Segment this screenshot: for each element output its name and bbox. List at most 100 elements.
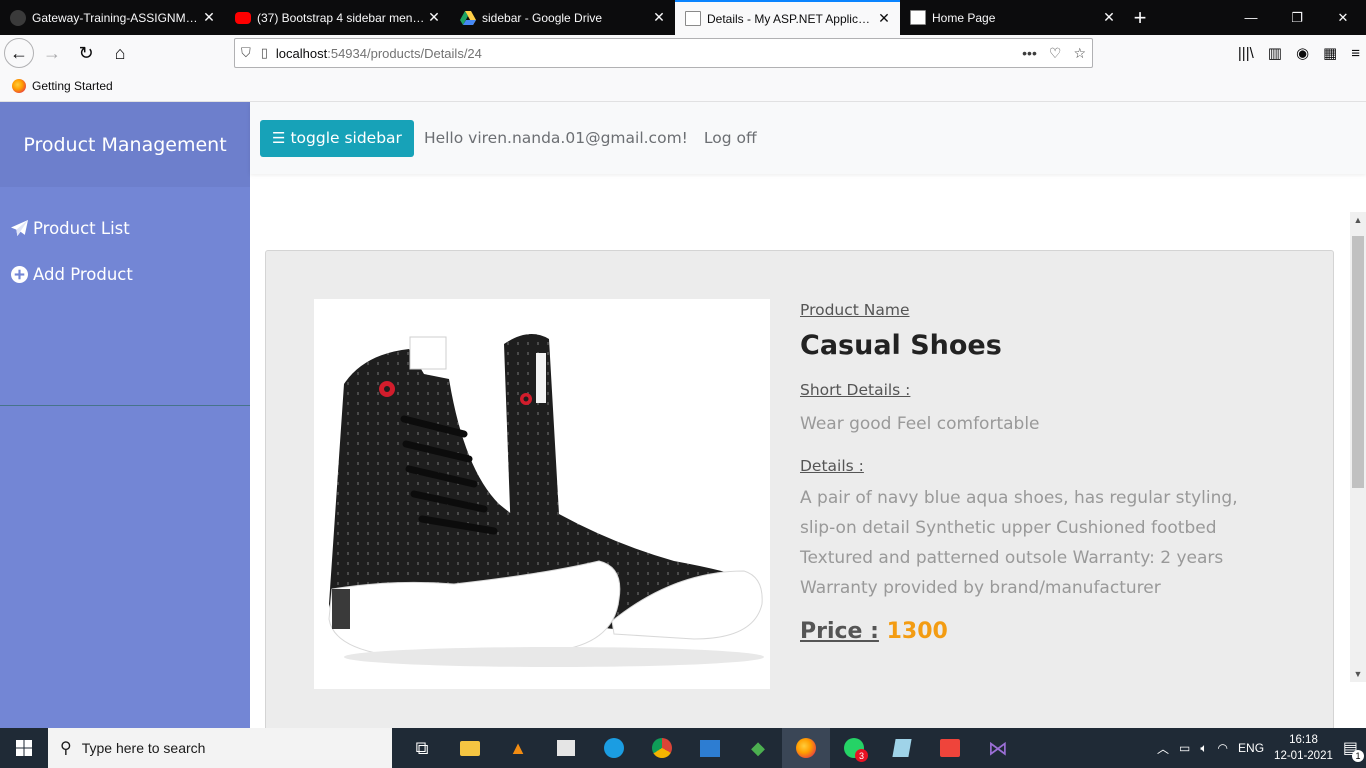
main-content: ☰ toggle sidebar Hello viren.nanda.01@gm… (250, 102, 1366, 728)
toggle-sidebar-button[interactable]: ☰ toggle sidebar (260, 119, 414, 157)
tab-details[interactable]: Details - My ASP.NET Application ✕ (675, 0, 900, 35)
notepad-icon[interactable] (878, 728, 926, 768)
new-tab-button[interactable]: + (1125, 0, 1155, 35)
clock-time: 16:18 (1289, 734, 1318, 746)
tab-home-page[interactable]: Home Page ✕ (900, 0, 1125, 35)
chrome-icon[interactable] (638, 728, 686, 768)
sidebar-item-label: Product List (33, 218, 130, 238)
edge-icon[interactable] (590, 728, 638, 768)
pocket-icon[interactable]: ♡ (1049, 45, 1062, 62)
language-indicator[interactable]: ENG (1238, 741, 1264, 755)
extensions-icon[interactable]: ▦ (1323, 44, 1337, 62)
plus-circle-icon (10, 265, 28, 283)
close-icon[interactable]: ✕ (426, 9, 442, 26)
windows-start-icon[interactable] (0, 728, 48, 768)
snip-tool-icon[interactable]: ◆ (734, 728, 782, 768)
library-icon[interactable]: |||\ (1238, 45, 1254, 62)
search-icon: ⚲ (60, 740, 72, 757)
sidebar-menu: Product List Add Product (0, 187, 250, 406)
user-greeting-link[interactable]: Hello viren.nanda.01@gmail.com! (424, 129, 688, 147)
firefox-icon (12, 79, 26, 93)
search-placeholder: Type here to search (81, 740, 206, 756)
short-details-text: Wear good Feel comfortable (800, 414, 1040, 434)
price-value: 1300 (886, 619, 948, 644)
sidebar-toggle-icon[interactable]: ▥ (1268, 44, 1282, 62)
windows-taskbar: ⚲ Type here to search ⧉ ▲ ◆ 3 ⋈ ︿ ▭ 🔈︎ ◠… (0, 728, 1366, 768)
browser-nav-bar: ← → ↻ ⌂ ⛉ ▯ localhost:54934/products/Det… (0, 35, 1366, 71)
clock[interactable]: 16:18 12-01-2021 (1274, 732, 1333, 764)
youtube-icon (235, 11, 251, 24)
browser-tab-strip: Gateway-Training-ASSIGNMENTS ✕ (37) Boot… (0, 0, 1366, 35)
tab-title: (37) Bootstrap 4 sidebar menu with (257, 10, 426, 25)
bars-icon: ☰ (272, 129, 286, 147)
paper-plane-icon (10, 219, 28, 237)
url-host: localhost (275, 45, 328, 61)
visual-studio-icon[interactable]: ⋈ (974, 728, 1022, 768)
shield-icon[interactable]: ⛉ (241, 45, 251, 61)
menu-icon[interactable]: ≡ (1351, 45, 1360, 62)
sidebar-item-product-list[interactable]: Product List (0, 205, 250, 251)
forward-icon[interactable]: → (36, 37, 68, 69)
sidebar-item-label: Add Product (33, 264, 133, 284)
scroll-down-icon[interactable]: ▼ (1350, 666, 1366, 682)
firefox-taskbar-icon[interactable] (782, 728, 830, 768)
photos-icon[interactable] (686, 728, 734, 768)
sidebar-item-add-product[interactable]: Add Product (0, 251, 250, 297)
google-drive-icon (460, 10, 476, 26)
home-icon[interactable]: ⌂ (104, 37, 136, 69)
product-name: Casual Shoes (800, 330, 1002, 361)
page-scrollbar[interactable]: ▲ ▼ (1350, 212, 1366, 682)
scroll-up-icon[interactable]: ▲ (1350, 212, 1366, 228)
short-details-label: Short Details : (800, 381, 911, 399)
whatsapp-icon[interactable]: 3 (830, 728, 878, 768)
tab-bootstrap-video[interactable]: (37) Bootstrap 4 sidebar menu with ✕ (225, 0, 450, 35)
toggle-sidebar-label: toggle sidebar (290, 129, 402, 147)
anydesk-icon[interactable] (926, 728, 974, 768)
wifi-icon[interactable]: ◠ (1218, 741, 1228, 755)
system-tray: ︿ ▭ 🔈︎ ◠ ENG 16:18 12-01-2021 ▤ 1 (1157, 728, 1366, 768)
vlc-icon[interactable]: ▲ (494, 728, 542, 768)
minimize-icon[interactable]: — (1228, 0, 1274, 35)
close-icon[interactable]: ✕ (651, 9, 667, 26)
close-icon[interactable]: ✕ (876, 10, 892, 27)
browser-toolbar-right: |||\ ▥ ◉ ▦ ≡ (1238, 35, 1360, 71)
clock-date: 12-01-2021 (1274, 750, 1333, 762)
store-icon[interactable] (542, 728, 590, 768)
page-icon (910, 10, 926, 25)
back-icon[interactable]: ← (4, 38, 34, 68)
reload-icon[interactable]: ↻ (70, 37, 102, 69)
details-text: A pair of navy blue aqua shoes, has regu… (800, 488, 1238, 598)
tab-gateway-training[interactable]: Gateway-Training-ASSIGNMENTS ✕ (0, 0, 225, 35)
url-bar[interactable]: ⛉ ▯ localhost:54934/products/Details/24 … (234, 38, 1093, 68)
log-off-link[interactable]: Log off (704, 129, 757, 147)
battery-icon[interactable]: ▭ (1179, 741, 1190, 755)
page-actions-icon[interactable]: ••• (1022, 45, 1037, 62)
tab-title: sidebar - Google Drive (482, 10, 603, 25)
whatsapp-badge: 3 (855, 749, 868, 762)
chevron-up-icon[interactable]: ︿ (1157, 740, 1169, 757)
github-icon (10, 9, 26, 26)
notification-icon[interactable]: ▤ 1 (1343, 738, 1364, 762)
url-path: :54934/products/Details/24 (327, 45, 482, 61)
bookmark-star-icon[interactable]: ☆ (1073, 45, 1086, 62)
file-explorer-icon[interactable] (446, 728, 494, 768)
tab-google-drive[interactable]: sidebar - Google Drive ✕ (450, 0, 675, 35)
taskbar-search-input[interactable]: ⚲ Type here to search (48, 728, 392, 768)
restore-icon[interactable]: ❐ (1274, 0, 1320, 35)
close-icon[interactable]: ✕ (1101, 9, 1117, 26)
product-image (314, 299, 770, 689)
tab-title: Home Page (932, 10, 996, 25)
close-window-icon[interactable]: ✕ (1320, 0, 1366, 35)
close-icon[interactable]: ✕ (201, 9, 217, 26)
bookmark-getting-started[interactable]: Getting Started (32, 79, 113, 93)
sidebar: Product Management Product List Add Prod… (0, 102, 250, 728)
page-info-icon[interactable]: ▯ (261, 45, 268, 61)
scroll-thumb[interactable] (1352, 236, 1364, 488)
task-view-icon[interactable]: ⧉ (398, 728, 446, 768)
taskbar-apps: ⧉ ▲ ◆ 3 ⋈ (398, 728, 1022, 768)
account-icon[interactable]: ◉ (1296, 44, 1309, 62)
volume-icon[interactable]: 🔈︎ (1200, 741, 1207, 756)
product-details-card: Product Name Casual Shoes Short Details … (265, 250, 1334, 728)
tab-title: Details - My ASP.NET Application (707, 11, 876, 26)
window-controls: — ❐ ✕ (1228, 0, 1366, 35)
